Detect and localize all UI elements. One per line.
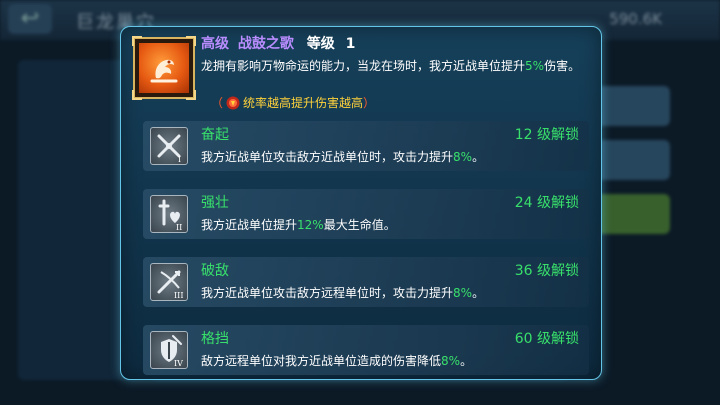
tier-description: 我方近战单位提升12%最大生命值。 [201, 216, 396, 233]
tier-unlock-level: 24 级解锁 [514, 195, 579, 211]
tier-unlock-level: 36 级解锁 [514, 263, 579, 279]
side-button-2[interactable] [590, 140, 670, 180]
svg-text:I: I [178, 155, 181, 164]
tier-desc-value: 8% [441, 354, 461, 368]
tier-desc-suffix: 。 [472, 150, 485, 164]
side-button-1[interactable] [590, 86, 670, 126]
tier-desc-suffix: 最大生命值。 [323, 218, 396, 232]
tier-row: II 强壮 24 级解锁 我方近战单位提升12%最大生命值。 [143, 189, 589, 239]
level-value: 1 [345, 36, 356, 52]
tier-name: 格挡 [201, 331, 229, 347]
note-text: 统率越高提升伤害越高 [243, 96, 364, 110]
skill-icon [132, 36, 196, 100]
tier-desc-text: 我方近战单位提升 [201, 218, 298, 232]
tier-row: IV 格挡 60 级解锁 敌方远程单位对我方近战单位造成的伤害降低8%。 [143, 325, 589, 375]
crossed-swords-icon: I [150, 127, 188, 165]
skill-rank: 高级 [201, 36, 229, 52]
tier-name: 破敌 [201, 263, 229, 279]
skill-desc-value: 5% [525, 59, 545, 73]
tier-description: 我方近战单位攻击敌方远程单位时，攻击力提升8%。 [201, 284, 484, 301]
level-label: 等级 [306, 36, 335, 52]
tier-desc-text: 敌方远程单位对我方近战单位造成的伤害降低 [201, 354, 442, 368]
sword-heart-icon: II [150, 195, 188, 233]
tier-name: 奋起 [201, 127, 229, 143]
side-button-3[interactable] [590, 194, 670, 234]
background-score: 590.6K [609, 10, 662, 28]
skill-desc-text: 龙拥有影响万物命运的能力，当龙在场时，我方近战单位提升 [201, 59, 526, 73]
skill-desc-suffix: 伤害。 [544, 59, 581, 73]
back-button[interactable]: ↩ [8, 4, 52, 34]
tier-row: I 奋起 12 级解锁 我方近战单位攻击敌方近战单位时，攻击力提升8%。 [143, 121, 589, 171]
svg-text:III: III [174, 291, 183, 300]
skill-name: 战鼓之歌 [237, 36, 294, 52]
tier-unlock-level: 60 级解锁 [514, 331, 579, 347]
tier-desc-suffix: 。 [460, 354, 473, 368]
skill-note: （ 统率越高提升伤害越高 ） [211, 94, 375, 111]
tier-desc-text: 我方近战单位攻击敌方近战单位时，攻击力提升 [201, 150, 454, 164]
note-close-paren: ） [363, 96, 376, 110]
tier-unlock-level: 12 级解锁 [514, 127, 579, 143]
note-open-paren: （ [211, 96, 224, 110]
tier-desc-value: 8% [453, 286, 473, 300]
tier-description: 我方近战单位攻击敌方近战单位时，攻击力提升8%。 [201, 148, 484, 165]
svg-text:II: II [176, 223, 182, 232]
skill-header: 高级 战鼓之歌 等级 1 [201, 33, 355, 53]
tier-desc-text: 我方近战单位攻击敌方远程单位时，攻击力提升 [201, 286, 454, 300]
shield-sword-icon: IV [150, 331, 188, 369]
sword-bow-icon: III [150, 263, 188, 301]
tier-desc-value: 12% [297, 218, 324, 232]
tier-desc-suffix: 。 [472, 286, 485, 300]
tier-description: 敌方远程单位对我方近战单位造成的伤害降低8%。 [201, 352, 472, 369]
skill-detail-modal: 高级 战鼓之歌 等级 1 龙拥有影响万物命运的能力，当龙在场时，我方近战单位提升… [120, 26, 602, 380]
dragon-icon [139, 43, 189, 93]
svg-text:IV: IV [174, 359, 183, 368]
command-icon [226, 96, 240, 109]
tier-row: III 破敌 36 级解锁 我方近战单位攻击敌方远程单位时，攻击力提升8%。 [143, 257, 589, 307]
tier-name: 强壮 [201, 195, 229, 211]
skill-description: 龙拥有影响万物命运的能力，当龙在场时，我方近战单位提升5%伤害。 [201, 56, 593, 76]
tier-desc-value: 8% [453, 150, 473, 164]
